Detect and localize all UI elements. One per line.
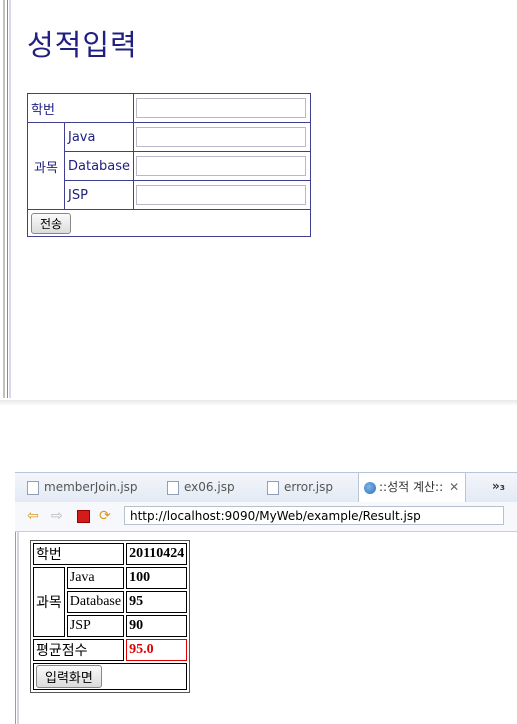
content-border xyxy=(17,532,19,724)
editor-tab-bar: memberJoin.jsp ex06.jsp error.jsp ::성적 계… xyxy=(15,472,517,503)
page-title: 성적입력 xyxy=(27,28,138,62)
refresh-icon[interactable]: ⟳ xyxy=(99,508,111,524)
back-to-input-button[interactable]: 입력화면 xyxy=(36,665,102,688)
editor-border xyxy=(9,0,11,398)
subject-jsp-label: JSP xyxy=(63,180,135,210)
tab-result[interactable]: ::성적 계산:: ✕ xyxy=(358,472,467,502)
editor-border xyxy=(7,0,8,398)
subject-label: 과목 xyxy=(27,122,65,210)
grade-input-table: 학번 과목 Java Database JSP 전송 xyxy=(26,93,312,237)
tab-label: ::성적 계산:: xyxy=(379,480,444,494)
tab-ex06[interactable]: ex06.jsp xyxy=(167,473,235,502)
file-icon xyxy=(167,480,179,495)
submit-button[interactable]: 전송 xyxy=(31,212,72,234)
globe-icon xyxy=(364,481,376,494)
database-score-value: 95 xyxy=(126,591,188,613)
browser-toolbar: ⇦ ⇨ ⟳ http://localhost:9090/MyWeb/exampl… xyxy=(15,502,517,532)
jsp-score-input[interactable] xyxy=(136,185,307,205)
subject-java-label: Java xyxy=(66,567,125,589)
file-icon xyxy=(267,480,279,495)
separator xyxy=(0,400,517,460)
file-icon xyxy=(27,480,39,495)
grade-result-table: 학번 20110424 과목 Java 100 Database 95 JSP … xyxy=(30,540,191,693)
tab-label: memberJoin.jsp xyxy=(44,480,138,494)
forward-arrow-icon[interactable]: ⇨ xyxy=(51,508,63,524)
stop-icon[interactable] xyxy=(77,510,90,523)
student-id-label: 학번 xyxy=(33,543,125,565)
content-border xyxy=(15,532,16,724)
subject-database-label: Database xyxy=(63,151,135,181)
close-icon[interactable]: ✕ xyxy=(449,480,459,494)
tab-overflow-button[interactable]: »₃ xyxy=(492,473,505,499)
student-id-label: 학번 xyxy=(26,93,135,123)
subject-label: 과목 xyxy=(33,567,65,637)
editor-border xyxy=(3,0,5,398)
average-label: 평균점수 xyxy=(33,639,125,661)
tab-label: error.jsp xyxy=(284,480,333,494)
subject-jsp-label: JSP xyxy=(66,615,125,637)
jsp-score-value: 90 xyxy=(126,615,188,637)
separator-shadow xyxy=(0,400,517,406)
student-id-input[interactable] xyxy=(136,98,307,118)
tab-error[interactable]: error.jsp xyxy=(267,473,333,502)
java-score-input[interactable] xyxy=(136,127,307,147)
subject-java-label: Java xyxy=(63,122,135,152)
back-arrow-icon[interactable]: ⇦ xyxy=(27,508,39,524)
java-score-value: 100 xyxy=(126,567,188,589)
student-id-value: 20110424 xyxy=(126,543,188,565)
url-input[interactable]: http://localhost:9090/MyWeb/example/Resu… xyxy=(124,506,504,525)
tab-label: ex06.jsp xyxy=(184,480,235,494)
input-form-panel: 성적입력 학번 과목 Java Database JSP 전송 xyxy=(0,0,517,400)
subject-database-label: Database xyxy=(66,591,125,613)
average-value: 95.0 xyxy=(126,639,188,661)
tab-memberjoin[interactable]: memberJoin.jsp xyxy=(27,473,138,502)
database-score-input[interactable] xyxy=(136,156,307,176)
